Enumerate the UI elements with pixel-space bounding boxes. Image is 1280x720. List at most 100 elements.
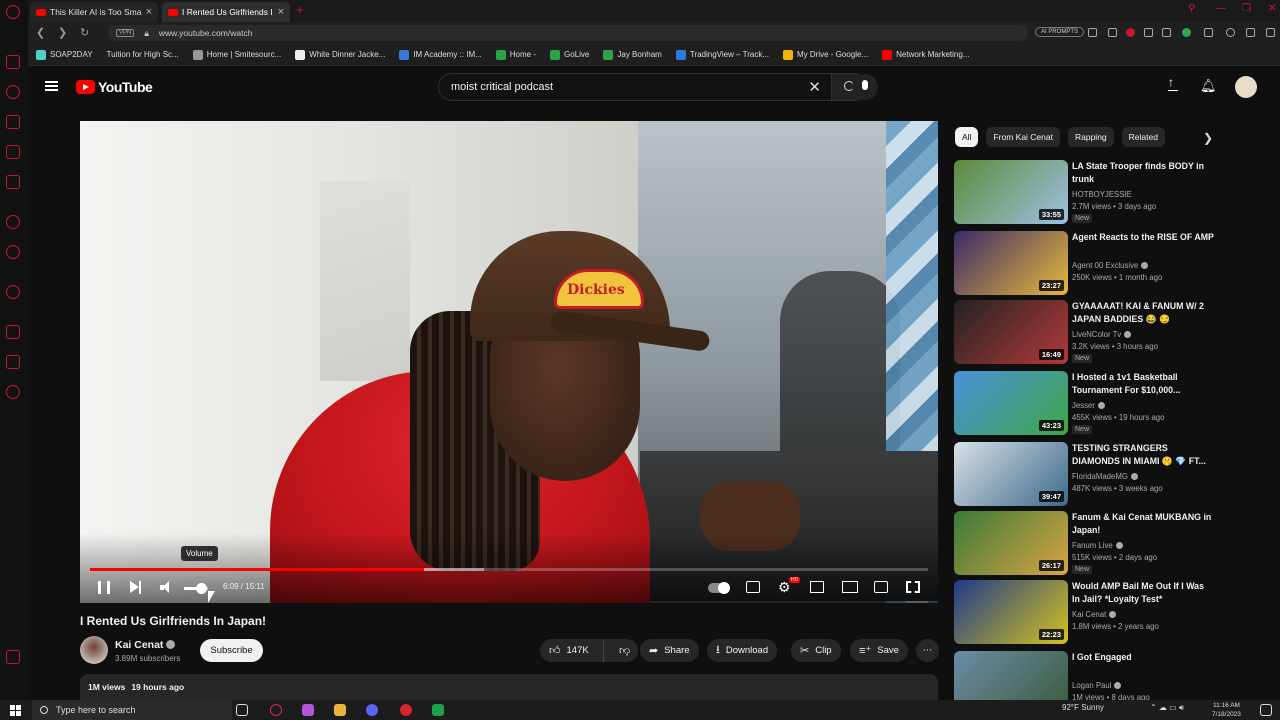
box-icon[interactable] xyxy=(1204,28,1213,37)
recommendation-title[interactable]: Agent Reacts to the RISE OF AMP xyxy=(1072,231,1214,244)
share-button[interactable]: ➦ Share xyxy=(640,639,699,662)
hamburger-menu-icon[interactable] xyxy=(45,81,58,91)
recommendation-item[interactable]: 43:23 I Hosted a 1v1 Basketball Tournamen… xyxy=(954,371,1214,435)
recommendation-title[interactable]: GYAAAAAT! KAI & FANUM W/ 2 JAPAN BADDIES… xyxy=(1072,300,1214,326)
chip-rapping[interactable]: Rapping xyxy=(1067,127,1114,147)
progress-bar[interactable] xyxy=(90,568,928,571)
bookmark-item[interactable]: My Drive - Google... xyxy=(783,49,868,60)
task-view-icon[interactable] xyxy=(236,704,248,716)
bookmark-item[interactable]: Jay Bonham xyxy=(603,49,662,60)
autoplay-toggle[interactable] xyxy=(708,582,730,594)
recommendation-channel-name[interactable]: Fanum Live xyxy=(1072,541,1113,550)
video-thumbnail[interactable]: 33:55 xyxy=(954,160,1068,224)
chip-from-channel[interactable]: From Kai Cenat xyxy=(986,127,1060,147)
like-button[interactable]: 👍︎ 147K xyxy=(540,639,604,662)
theater-mode-button[interactable] xyxy=(842,581,858,593)
clip-button[interactable]: ✂ Clip xyxy=(791,639,841,662)
cast-button[interactable] xyxy=(874,581,888,593)
download-button[interactable]: ⭳ Download xyxy=(707,639,778,662)
sidebar-more-icon[interactable] xyxy=(6,650,20,664)
more-actions-button[interactable]: ⋯ xyxy=(916,639,939,662)
tab-2-active[interactable]: I Rented Us Girlfriends I × xyxy=(162,2,290,22)
chip-all[interactable]: All xyxy=(955,127,979,147)
recommendation-title[interactable]: I Got Engaged xyxy=(1072,651,1214,664)
notification-center-icon[interactable] xyxy=(1260,704,1272,716)
extensions-icon[interactable] xyxy=(6,355,20,369)
wallet-icon[interactable] xyxy=(6,115,20,129)
save-button[interactable]: ≡⁺ Save xyxy=(850,639,908,662)
back-icon[interactable]: ❮ xyxy=(36,26,45,39)
taskbar-search[interactable]: Type here to search xyxy=(32,700,232,720)
recommendation-channel[interactable]: Kai Cenat xyxy=(1072,610,1117,619)
recommendation-channel-name[interactable]: LiveNColor Tv xyxy=(1072,330,1121,339)
video-thumbnail[interactable]: 23:27 xyxy=(954,231,1068,295)
pause-button[interactable] xyxy=(98,581,110,594)
reload-icon[interactable]: ↻ xyxy=(80,26,89,39)
profile-icon[interactable] xyxy=(1226,28,1235,37)
recommendation-channel-name[interactable]: Kai Cenat xyxy=(1072,610,1106,619)
grammarly-icon[interactable] xyxy=(1182,28,1191,37)
discord-icon[interactable] xyxy=(366,704,378,716)
dislike-button[interactable]: 👎︎ xyxy=(610,644,630,657)
bookmark-item[interactable]: White Dinner Jacke... xyxy=(295,49,385,60)
video-thumbnail[interactable]: 22:23 xyxy=(954,580,1068,644)
bookmark-item[interactable]: IM Academy :: IM... xyxy=(399,49,482,60)
recommendation-title[interactable]: Would AMP Bail Me Out If I Was In Jail? … xyxy=(1072,580,1214,606)
recommendation-title[interactable]: TESTING STRANGERS DIAMONDS IN MIAMI 🤫 💎 … xyxy=(1072,442,1214,468)
description-box[interactable]: 1M views 19 hours ago xyxy=(80,674,938,700)
tab-close-icon[interactable]: × xyxy=(278,6,284,18)
search-input[interactable] xyxy=(451,81,771,93)
weather-widget[interactable]: 92°F Sunny xyxy=(1062,703,1104,712)
windows-start-icon[interactable] xyxy=(10,705,21,716)
recommendation-channel-name[interactable]: HOTBOYJESSIE xyxy=(1072,190,1132,199)
channel-name-text[interactable]: Kai Cenat xyxy=(115,639,163,651)
recommendation-channel[interactable]: Jesser xyxy=(1072,401,1105,410)
create-upload-icon[interactable] xyxy=(1168,75,1178,91)
menu-icon[interactable] xyxy=(1266,28,1275,37)
messenger-icon[interactable] xyxy=(6,215,20,229)
settings-icon[interactable] xyxy=(6,385,20,399)
recommendation-channel[interactable]: FloridaMadeMG xyxy=(1072,472,1138,481)
recommendation-channel-name[interactable]: FloridaMadeMG xyxy=(1072,472,1128,481)
clock-icon[interactable] xyxy=(6,325,20,339)
whatsapp-icon[interactable] xyxy=(6,175,20,189)
bookmark-item[interactable]: TradingView – Track... xyxy=(675,49,769,60)
tab-close-icon[interactable]: × xyxy=(146,6,152,18)
url-field[interactable]: VPN 🔒︎ www.youtube.com/watch xyxy=(108,25,1028,41)
fullscreen-button[interactable] xyxy=(906,581,920,593)
news-icon[interactable] xyxy=(6,145,20,159)
channel-avatar[interactable] xyxy=(80,636,108,664)
file-explorer-icon[interactable] xyxy=(334,704,346,716)
recommendation-channel-name[interactable]: Logan Paul xyxy=(1072,681,1111,690)
bookmark-item[interactable]: Network Marketing... xyxy=(882,49,970,60)
video-thumbnail[interactable]: 39:47 xyxy=(954,442,1068,506)
bookmark-item[interactable]: Tuition for High Sc... xyxy=(107,50,179,59)
send-icon[interactable] xyxy=(1144,28,1153,37)
video-player[interactable]: Dickies 6:09 / 15:11 Volume ⚙ HD xyxy=(80,121,938,603)
vk-icon[interactable] xyxy=(6,245,20,259)
search-box[interactable]: ✕ xyxy=(438,73,832,101)
video-thumbnail[interactable]: 43:23 xyxy=(954,371,1068,435)
recommendation-item[interactable]: 39:47 TESTING STRANGERS DIAMONDS IN MIAMI… xyxy=(954,442,1214,506)
minimize-icon[interactable]: — xyxy=(1216,3,1226,14)
recommendation-item[interactable]: 22:23 Would AMP Bail Me Out If I Was In J… xyxy=(954,580,1214,644)
url-text[interactable]: www.youtube.com/watch xyxy=(159,28,253,38)
recommendation-item[interactable]: 16:49 GYAAAAAT! KAI & FANUM W/ 2 JAPAN BA… xyxy=(954,300,1214,364)
recommendation-item[interactable]: 33:55 LA State Trooper finds BODY in trun… xyxy=(954,160,1214,224)
recommendation-item[interactable]: 23:27 Agent Reacts to the RISE OF AMP Agen… xyxy=(954,231,1214,295)
recommendation-title[interactable]: I Hosted a 1v1 Basketball Tournament For… xyxy=(1072,371,1214,397)
volume-slider[interactable] xyxy=(184,583,208,594)
chip-related[interactable]: Related xyxy=(1121,127,1165,147)
download-icon[interactable] xyxy=(1246,28,1255,37)
bookmark-item[interactable]: Home | Smitesourc... xyxy=(192,49,281,60)
account-avatar[interactable] xyxy=(1235,76,1257,98)
speed-dial-icon[interactable] xyxy=(6,55,20,69)
recommendation-channel[interactable]: Agent 00 Exclusive xyxy=(1072,261,1149,270)
youtube-logo[interactable]: YouTube xyxy=(76,79,153,95)
bookmark-item[interactable]: GoLive xyxy=(550,49,589,60)
recommendation-channel-name[interactable]: Agent 00 Exclusive xyxy=(1072,261,1138,270)
snapshot-icon[interactable] xyxy=(1108,28,1117,37)
opera-taskbar-icon[interactable] xyxy=(270,704,282,716)
video-thumbnail[interactable]: 16:49 xyxy=(954,300,1068,364)
subscribe-button[interactable]: Subscribe xyxy=(200,639,263,662)
